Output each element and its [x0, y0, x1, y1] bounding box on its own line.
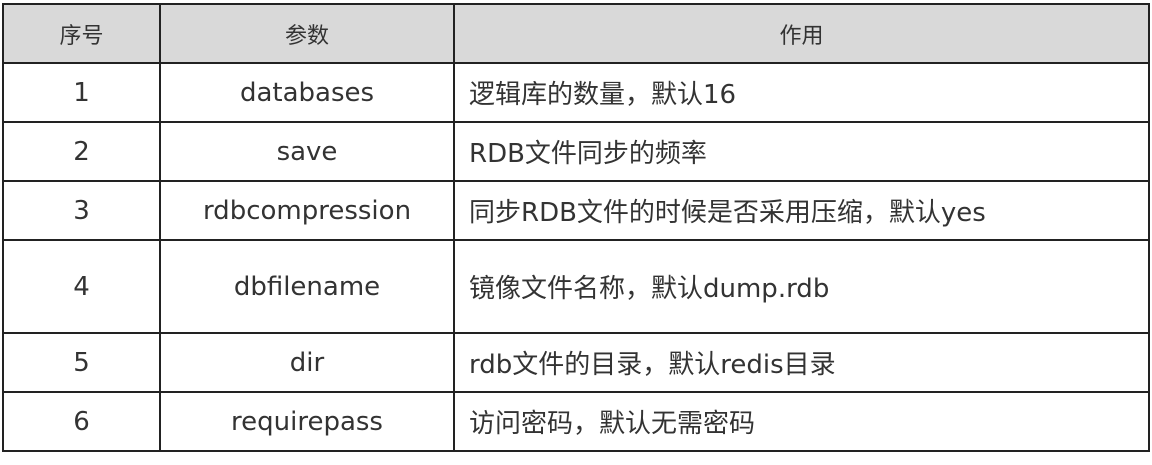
table-row: 6 requirepass 访问密码，默认无需密码	[2, 391, 1150, 452]
row-desc: rdb文件的目录，默认redis目录	[453, 332, 1150, 393]
table-row: 5 dir rdb文件的目录，默认redis目录	[2, 332, 1150, 393]
row-no: 1	[2, 62, 161, 123]
row-no: 4	[2, 239, 161, 334]
table-row: 3 rdbcompression 同步RDB文件的时候是否采用压缩，默认yes	[2, 180, 1150, 241]
header-desc: 作用	[453, 3, 1150, 64]
row-param: requirepass	[159, 391, 455, 452]
table-row: 4 dbfilename 镜像文件名称，默认dump.rdb	[2, 239, 1150, 334]
table-row: 2 save RDB文件同步的频率	[2, 121, 1150, 182]
row-param: save	[159, 121, 455, 182]
row-desc: 逻辑库的数量，默认16	[453, 62, 1150, 123]
table-row: 1 databases 逻辑库的数量，默认16	[2, 62, 1150, 123]
row-param: dir	[159, 332, 455, 393]
row-no: 2	[2, 121, 161, 182]
row-param: databases	[159, 62, 455, 123]
row-desc: RDB文件同步的频率	[453, 121, 1150, 182]
header-no: 序号	[2, 3, 161, 64]
row-desc: 镜像文件名称，默认dump.rdb	[453, 239, 1150, 334]
row-no: 3	[2, 180, 161, 241]
row-param: rdbcompression	[159, 180, 455, 241]
row-no: 5	[2, 332, 161, 393]
config-table: 序号 参数 作用 1 databases 逻辑库的数量，默认16 2 save RDB文…	[2, 3, 1150, 452]
row-param: dbfilename	[159, 239, 455, 334]
header-row: 序号 参数 作用	[2, 3, 1150, 64]
row-desc: 访问密码，默认无需密码	[453, 391, 1150, 452]
row-no: 6	[2, 391, 161, 452]
header-param: 参数	[159, 3, 455, 64]
row-desc: 同步RDB文件的时候是否采用压缩，默认yes	[453, 180, 1150, 241]
